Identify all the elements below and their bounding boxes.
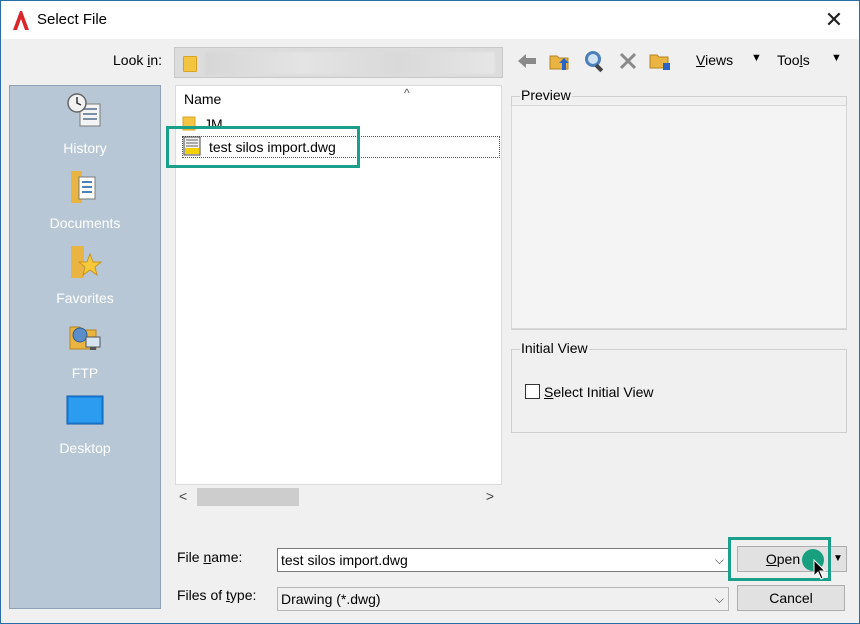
places-sidebar: History Documents Favorites FTP Desktop — [9, 85, 161, 609]
place-ftp[interactable]: FTP — [10, 317, 160, 387]
autocad-a-icon — [11, 9, 31, 31]
place-label: History — [63, 140, 107, 156]
favorites-icon — [66, 242, 104, 280]
cancel-button[interactable]: Cancel — [737, 585, 845, 611]
lookin-label: Look in: — [113, 52, 163, 68]
search-web-icon[interactable] — [582, 49, 606, 73]
up-folder-icon[interactable] — [548, 49, 572, 73]
scroll-left-arrow[interactable]: < — [179, 488, 187, 504]
folder-icon — [183, 56, 197, 72]
chevron-down-icon[interactable]: ⌵ — [715, 549, 724, 571]
filetype-label: Files of type: — [177, 587, 257, 603]
preview-title: Preview — [520, 87, 572, 103]
scroll-thumb[interactable] — [197, 488, 299, 506]
views-menu[interactable]: Views — [696, 52, 733, 68]
new-folder-icon[interactable] — [648, 49, 672, 73]
delete-icon[interactable] — [616, 49, 640, 73]
select-initial-view-checkbox[interactable] — [525, 384, 540, 399]
select-file-dialog: Select File ✕ Look in: Views ▼ Tools ▼ H… — [0, 0, 860, 624]
initial-view-title: Initial View — [520, 340, 589, 356]
place-desktop[interactable]: Desktop — [10, 392, 160, 462]
sort-ascending-icon: ^ — [404, 86, 410, 100]
scroll-right-arrow[interactable]: > — [486, 488, 494, 504]
filetype-dropdown[interactable]: Drawing (*.dwg) ⌵ — [277, 587, 729, 611]
title-bar: Select File ✕ — [1, 1, 859, 39]
place-label: Desktop — [59, 440, 111, 456]
lookin-path-blurred — [205, 52, 495, 74]
tools-dropdown-arrow[interactable]: ▼ — [831, 52, 842, 64]
dialog-title: Select File — [37, 11, 108, 28]
place-favorites[interactable]: Favorites — [10, 242, 160, 312]
file-highlight-annotation — [166, 126, 360, 168]
mouse-pointer-icon — [813, 558, 827, 584]
ftp-icon — [66, 317, 104, 355]
documents-icon — [66, 167, 104, 205]
filename-label: File name: — [177, 549, 243, 565]
open-options-dropdown[interactable]: ▼ — [829, 546, 847, 572]
tools-menu[interactable]: Tools — [777, 52, 810, 68]
place-label: Documents — [49, 215, 121, 231]
filename-input[interactable]: test silos import.dwg ⌵ — [277, 548, 729, 572]
place-label: FTP — [71, 365, 99, 381]
chevron-down-icon[interactable]: ⌵ — [715, 588, 724, 610]
horizontal-scrollbar[interactable]: < > — [175, 485, 502, 509]
column-header-name[interactable]: Name — [184, 91, 221, 107]
views-dropdown-arrow[interactable]: ▼ — [751, 52, 762, 64]
lookin-dropdown[interactable] — [174, 47, 503, 78]
close-icon[interactable]: ✕ — [821, 7, 847, 33]
preview-area — [511, 105, 847, 329]
history-icon — [66, 92, 104, 130]
select-initial-view-label[interactable]: Select Initial View — [544, 384, 653, 400]
back-arrow-icon[interactable] — [515, 49, 539, 73]
place-history[interactable]: History — [10, 92, 160, 162]
place-documents[interactable]: Documents — [10, 167, 160, 237]
desktop-icon — [66, 392, 104, 430]
place-label: Favorites — [56, 290, 114, 306]
